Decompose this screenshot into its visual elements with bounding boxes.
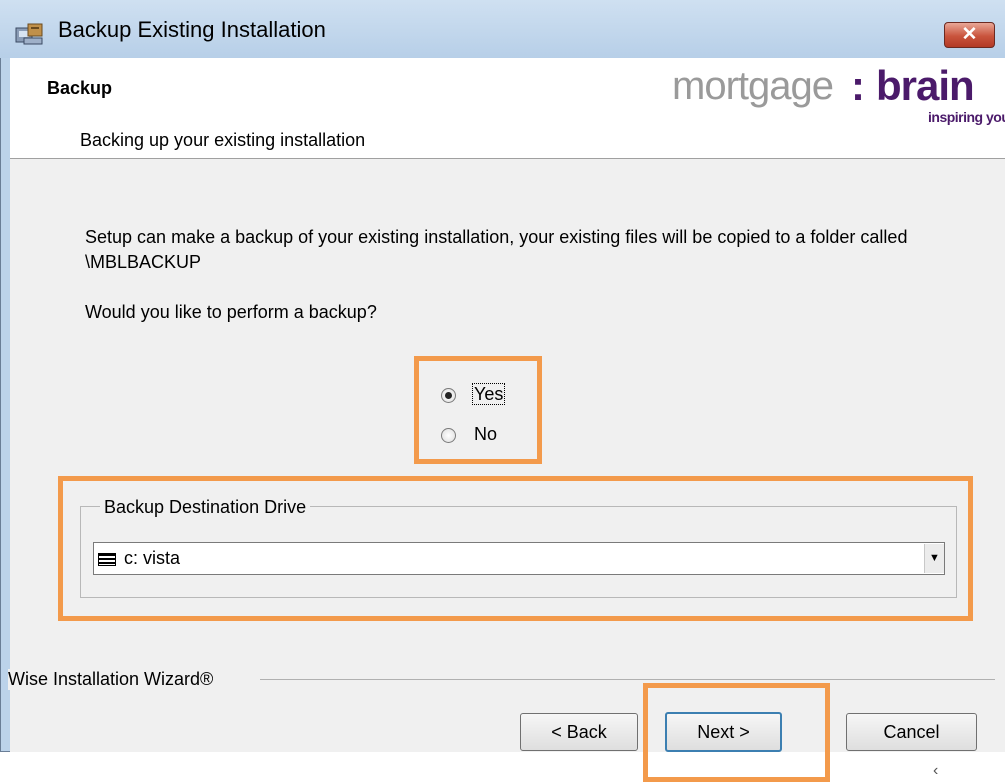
window-title: Backup Existing Installation <box>58 17 326 42</box>
logo-tagline: inspiring you <box>928 109 1005 125</box>
stray-mark: ‹ <box>933 762 939 779</box>
back-button[interactable]: < Back <box>520 713 638 751</box>
logo-word-mortgage: mortgage <box>672 64 834 108</box>
footer-divider <box>260 679 995 680</box>
page-title: Backup <box>47 78 113 98</box>
close-icon: ✕ <box>961 24 978 45</box>
logo-colon: : <box>851 62 865 109</box>
cancel-button[interactable]: Cancel <box>846 713 977 751</box>
installer-icon <box>15 23 43 45</box>
highlight-destination-group <box>58 476 973 621</box>
page-subtitle: Backing up your existing installation <box>80 130 366 150</box>
wizard-brand-label: Wise Installation Wizard® <box>8 669 218 690</box>
close-button[interactable]: ✕ <box>944 22 995 48</box>
backup-description: Setup can make a backup of your existing… <box>85 227 908 272</box>
logo-word-brain: brain <box>876 62 975 109</box>
highlight-radio-options <box>414 356 542 464</box>
highlight-next-button <box>643 683 830 782</box>
backup-question: Would you like to perform a backup? <box>85 302 377 322</box>
